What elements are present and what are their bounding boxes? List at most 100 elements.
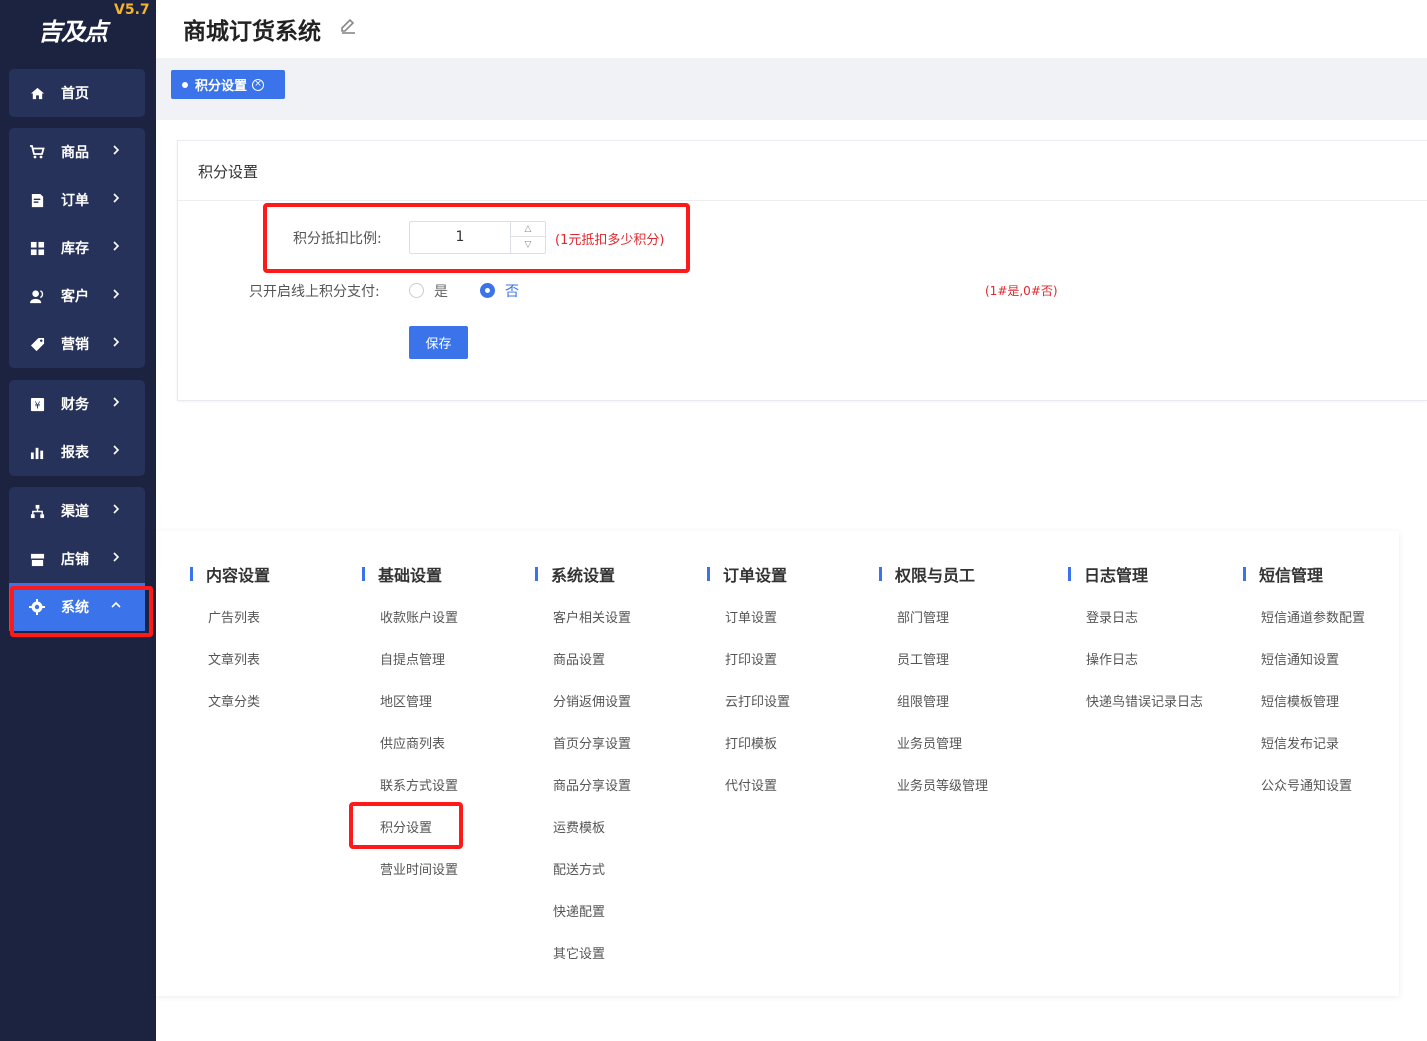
settings-menu-panel: 内容设置广告列表文章列表文章分类 基础设置收款账户设置 自提点管理地区管理供应商列表… [156, 531, 1399, 996]
menu-link[interactable]: 订单设置 [725, 607, 777, 626]
menu-column-header: 日志管理 [1068, 564, 1149, 585]
tab-points-settings[interactable]: 积分设置 × [171, 70, 285, 99]
menu-link[interactable]: 业务员等级管理 [897, 775, 988, 794]
menu-link[interactable]: 客户相关设置 [553, 607, 631, 626]
radio-no-label: 否 [505, 284, 519, 300]
tab-label: 积分设置 [195, 79, 248, 94]
menu-link[interactable]: 供应商列表 [380, 733, 445, 752]
menu-link[interactable]: 登录日志 [1086, 607, 1138, 626]
menu-column-header: 内容设置 [190, 564, 271, 585]
sidebar-item-label: 首页 [61, 86, 89, 102]
chevron-right-icon [110, 288, 122, 303]
menu-column-title: 权限与员工 [895, 566, 976, 585]
sidebar-item[interactable]: 首页 [9, 69, 145, 117]
cart-icon [29, 144, 45, 160]
version-badge: V5.7 [114, 2, 150, 18]
menu-link[interactable]: 员工管理 [897, 649, 949, 668]
menu-link[interactable]: 分销返佣设置 [553, 691, 631, 710]
chart-icon [29, 444, 45, 460]
sidebar-item[interactable]: 营销 [9, 320, 145, 368]
menu-link[interactable]: 快递配置 [553, 901, 605, 920]
nav-group: 商品订单库存客户营销 [9, 128, 145, 368]
sidebar-item[interactable]: 客户 [9, 272, 145, 320]
radio-yes[interactable] [409, 283, 424, 298]
chevron-right-icon [110, 444, 122, 459]
save-button[interactable]: 保存 [409, 326, 468, 359]
online-pay-label: 只开启线上积分支付: [249, 284, 380, 300]
card-title: 积分设置 [198, 163, 259, 181]
header: 商城订货系统 [156, 0, 1427, 58]
menu-link[interactable]: 短信发布记录 [1261, 733, 1339, 752]
menu-column-title: 系统设置 [551, 566, 616, 585]
sidebar-item[interactable]: 订单 [9, 176, 145, 224]
chevron-right-icon [110, 551, 122, 566]
menu-link[interactable]: 快递鸟错误记录日志 [1086, 691, 1203, 710]
svg-text:¥: ¥ [34, 400, 40, 411]
menu-link[interactable]: 运费模板 [553, 817, 605, 836]
chevron-right-icon [110, 192, 122, 207]
sidebar-item[interactable]: ¥ 财务 [9, 380, 145, 428]
menu-link[interactable]: 代付设置 [725, 775, 777, 794]
chevron-right-icon [110, 240, 122, 255]
menu-link[interactable]: 广告列表 [208, 607, 260, 626]
sidebar-item-label: 库存 [61, 241, 89, 257]
menu-link[interactable]: 其它设置 [553, 943, 605, 962]
sidebar-item[interactable]: 报表 [9, 428, 145, 476]
sidebar-item[interactable]: 商品 [9, 128, 145, 176]
highlight-system-nav [10, 586, 153, 637]
menu-link[interactable]: 文章列表 [208, 649, 260, 668]
menu-link[interactable]: 公众号通知设置 [1261, 775, 1352, 794]
menu-link[interactable]: 打印设置 [725, 649, 777, 668]
menu-link[interactable]: 自提点管理 [380, 649, 445, 668]
menu-link[interactable]: 业务员管理 [897, 733, 962, 752]
menu-column-header: 短信管理 [1243, 564, 1324, 585]
radio-no[interactable] [480, 283, 495, 298]
menu-link[interactable]: 部门管理 [897, 607, 949, 626]
sidebar-item-label: 客户 [61, 289, 89, 305]
header-accent-bar [535, 567, 538, 581]
edit-icon[interactable] [339, 17, 357, 39]
menu-link[interactable]: 文章分类 [208, 691, 260, 710]
menu-link[interactable]: 打印模板 [725, 733, 777, 752]
close-icon[interactable]: × [252, 78, 265, 91]
menu-link[interactable]: 营业时间设置 [380, 859, 458, 878]
order-icon [29, 192, 45, 208]
header-accent-bar [707, 567, 710, 581]
menu-link[interactable]: 首页分享设置 [553, 733, 631, 752]
menu-link[interactable]: 短信模板管理 [1261, 691, 1339, 710]
header-accent-bar [1068, 567, 1071, 581]
menu-column-title: 基础设置 [378, 566, 443, 585]
menu-link[interactable]: 配送方式 [553, 859, 605, 878]
menu-link[interactable]: 操作日志 [1086, 649, 1138, 668]
sidebar-item[interactable]: 店铺 [9, 535, 145, 583]
sidebar-item[interactable]: 库存 [9, 224, 145, 272]
menu-column-title: 短信管理 [1259, 566, 1324, 585]
menu-link[interactable]: 商品分享设置 [553, 775, 631, 794]
menu-link[interactable]: 地区管理 [380, 691, 432, 710]
nav-group: ¥ 财务 报表 [9, 380, 145, 476]
menu-link[interactable]: 商品设置 [553, 649, 605, 668]
sidebar-item-label: 商品 [61, 145, 89, 161]
menu-column-header: 权限与员工 [879, 564, 976, 585]
menu-link[interactable]: 联系方式设置 [380, 775, 458, 794]
tab-bar: 积分设置 × [156, 58, 1427, 120]
menu-link[interactable]: 短信通道参数配置 [1261, 607, 1365, 626]
sidebar-item[interactable]: 渠道 [9, 487, 145, 535]
sidebar-item-label: 订单 [61, 193, 89, 209]
menu-column-title: 日志管理 [1084, 566, 1149, 585]
menu-link[interactable]: 组限管理 [897, 691, 949, 710]
radio-yes-label: 是 [434, 284, 448, 300]
menu-column-title: 内容设置 [206, 566, 271, 585]
highlight-points-link [349, 802, 463, 849]
menu-column-header: 基础设置 [362, 564, 443, 585]
tag-icon [29, 336, 45, 352]
menu-link[interactable]: 收款账户设置 [380, 607, 458, 626]
sidebar-item-label: 渠道 [61, 504, 89, 520]
tab-dot [182, 81, 188, 88]
menu-link[interactable]: 云打印设置 [725, 691, 790, 710]
chevron-right-icon [110, 144, 122, 159]
store-icon [29, 551, 45, 567]
header-accent-bar [879, 567, 882, 581]
page-title: 商城订货系统 [183, 19, 321, 45]
menu-link[interactable]: 短信通知设置 [1261, 649, 1339, 668]
